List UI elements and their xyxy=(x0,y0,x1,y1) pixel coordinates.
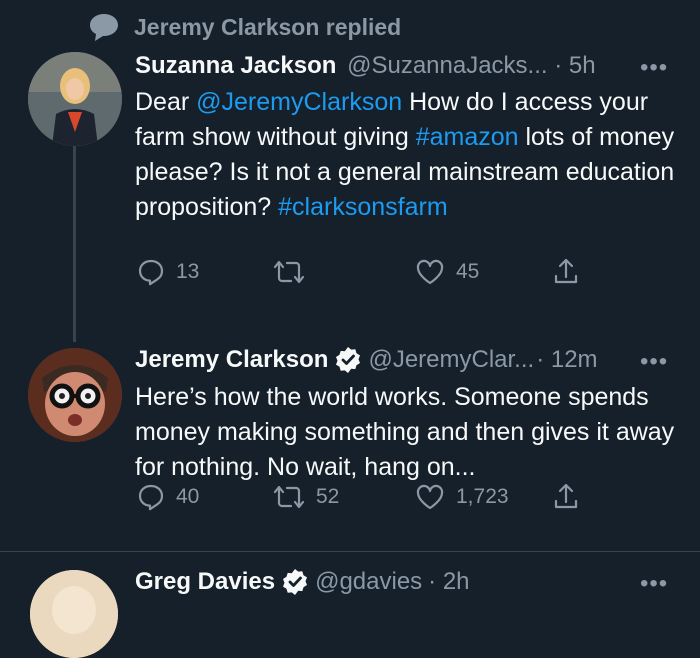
like-count: 45 xyxy=(456,260,480,283)
tweet-2-handle[interactable]: @JeremyClar... xyxy=(368,346,534,374)
tweet-text-part: Dear xyxy=(135,88,197,116)
retweet-count: 52 xyxy=(316,485,340,508)
reply-context-label: Jeremy Clarkson replied xyxy=(134,13,402,40)
more-icon[interactable]: ••• xyxy=(640,570,668,598)
tweet-1-time[interactable]: · 5h xyxy=(554,52,595,79)
tweet-1-text: Dear @JeremyClarkson How do I access you… xyxy=(135,85,680,225)
like-count: 1,723 xyxy=(456,485,509,508)
tweet-1-handle[interactable]: @SuzannaJacks... xyxy=(347,52,547,79)
share-button[interactable] xyxy=(551,482,581,512)
hashtag-link[interactable]: #amazon xyxy=(416,123,519,151)
tweet-3-author-name[interactable]: Greg Davies xyxy=(135,568,275,596)
more-icon[interactable]: ••• xyxy=(640,54,668,82)
reply-icon xyxy=(136,482,166,512)
tweet-2-author-name[interactable]: Jeremy Clarkson xyxy=(135,346,328,374)
heart-icon xyxy=(414,257,446,287)
avatar-suzanna[interactable] xyxy=(28,52,122,146)
speech-bubble-icon xyxy=(88,12,120,42)
verified-badge-icon xyxy=(281,568,309,596)
retweet-icon xyxy=(272,257,306,287)
like-button[interactable]: 1,723 xyxy=(414,482,509,512)
reply-context: Jeremy Clarkson replied xyxy=(88,12,401,42)
retweet-button[interactable] xyxy=(272,257,316,287)
tweet-2-header: Jeremy Clarkson @JeremyClar... · 12m xyxy=(135,346,598,374)
tweet-text-part: Here’s how the world works. Someone spen… xyxy=(135,383,675,481)
thread-line xyxy=(73,142,76,342)
reply-count: 13 xyxy=(176,260,200,283)
reply-button[interactable]: 40 xyxy=(136,482,199,512)
heart-icon xyxy=(414,482,446,512)
tweet-3-time[interactable]: · 2h xyxy=(428,568,469,596)
tweet-3-handle[interactable]: @gdavies xyxy=(315,568,422,596)
avatar-jeremy[interactable] xyxy=(28,348,122,442)
tweet-3-header: Greg Davies @gdavies · 2h xyxy=(135,568,470,596)
mention-link[interactable]: @JeremyClarkson xyxy=(196,88,402,116)
share-button[interactable] xyxy=(551,257,581,287)
reply-count: 40 xyxy=(176,485,200,508)
hashtag-link[interactable]: #clarksonsfarm xyxy=(278,193,448,221)
avatar-greg[interactable] xyxy=(30,570,118,658)
retweet-icon xyxy=(272,482,306,512)
tweet-2-time[interactable]: · 12m xyxy=(536,346,597,374)
like-button[interactable]: 45 xyxy=(414,257,479,287)
verified-badge-icon xyxy=(334,346,362,374)
share-icon xyxy=(551,257,581,287)
more-icon[interactable]: ••• xyxy=(640,348,668,376)
tweet-divider xyxy=(0,551,700,552)
share-icon xyxy=(551,482,581,512)
tweet-2-text: Here’s how the world works. Someone spen… xyxy=(135,380,680,485)
tweet-1-author-name[interactable]: Suzanna Jackson xyxy=(135,52,336,79)
tweet-1-header: Suzanna Jackson @SuzannaJacks... · 5h xyxy=(135,52,596,80)
reply-icon xyxy=(136,257,166,287)
reply-button[interactable]: 13 xyxy=(136,257,199,287)
retweet-button[interactable]: 52 xyxy=(272,482,339,512)
